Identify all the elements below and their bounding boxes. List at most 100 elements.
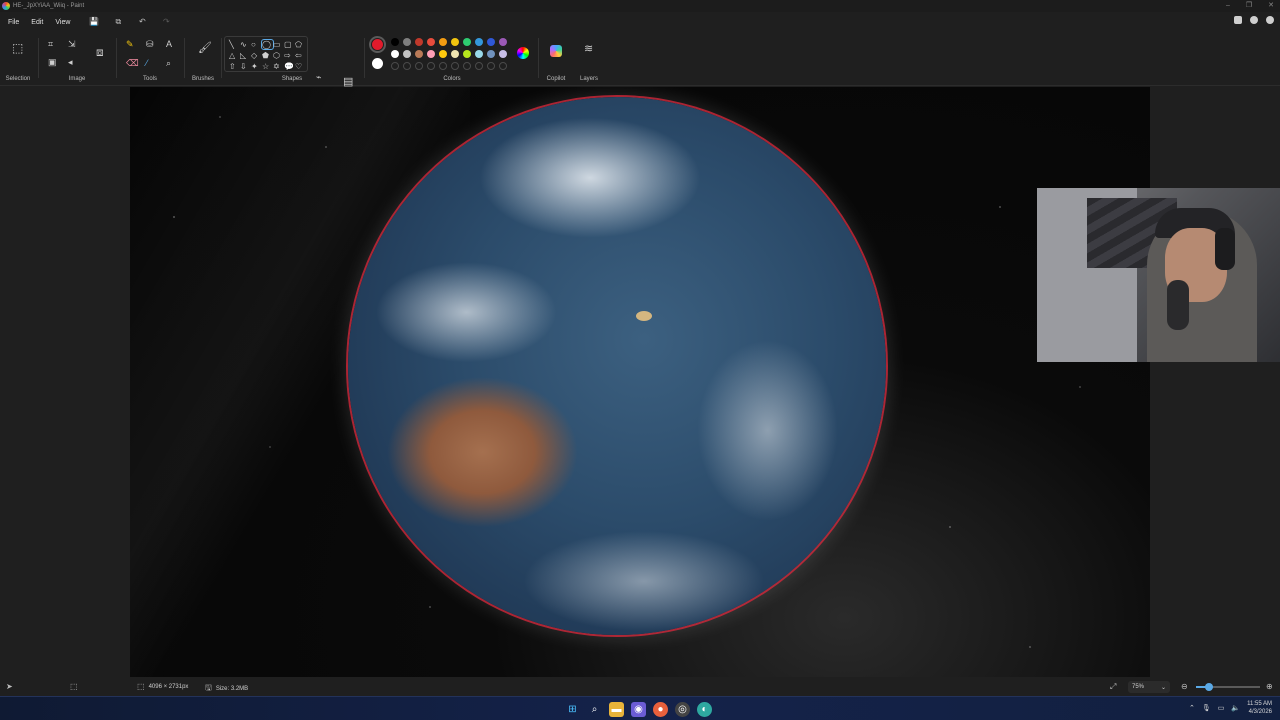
remove-background-icon[interactable]: ⧈ — [96, 46, 104, 58]
custom-color-slot[interactable] — [463, 62, 471, 70]
firefox-icon[interactable]: ● — [653, 702, 668, 717]
color-swatch[interactable] — [415, 50, 423, 58]
color-swatch[interactable] — [427, 38, 435, 46]
custom-color-slot[interactable] — [415, 62, 423, 70]
group-selection: ⬚ Selection — [0, 32, 36, 86]
magnifier-icon[interactable]: ⌕ — [166, 59, 171, 68]
custom-color-slot[interactable] — [439, 62, 447, 70]
custom-color-slot[interactable] — [487, 62, 495, 70]
custom-color-slot[interactable] — [475, 62, 483, 70]
group-shapes: Shapes — [222, 32, 362, 86]
zoom-out-icon[interactable]: ⊖ — [1181, 682, 1188, 691]
zoom-in-icon[interactable]: ⊕ — [1266, 682, 1273, 691]
custom-color-slot[interactable] — [451, 62, 459, 70]
earth-image — [348, 97, 886, 635]
clock-date: 4/3/2026 — [1248, 709, 1272, 715]
chevron-down-icon: ⌄ — [1160, 684, 1166, 691]
custom-color-slot[interactable] — [499, 62, 507, 70]
color-palette — [391, 38, 511, 70]
redo-icon[interactable]: ↷ — [160, 17, 172, 27]
account-icon[interactable] — [1250, 16, 1258, 24]
color-swatch[interactable] — [439, 38, 447, 46]
color-swatch[interactable] — [475, 38, 483, 46]
menu-file[interactable]: File — [2, 19, 25, 26]
custom-color-slot[interactable] — [427, 62, 435, 70]
color-swatch[interactable] — [391, 38, 399, 46]
zoom-slider[interactable] — [1196, 683, 1260, 691]
color-swatch[interactable] — [415, 38, 423, 46]
volume-icon[interactable]: 🔈 — [1231, 704, 1240, 712]
window-controls: – ❐ ✕ — [1226, 0, 1274, 12]
resize-icon[interactable]: ⇲ — [68, 40, 76, 49]
status-bar: ➤ ⬚ ⬚ 4096 × 2731px 🖫 Size: 3.2MB ⤢ 75% … — [0, 678, 1280, 696]
discord-icon[interactable]: ◉ — [631, 702, 646, 717]
undo-icon[interactable]: ↶ — [136, 17, 148, 27]
file-size: 🖫 Size: 3.2MB — [205, 682, 248, 696]
color-swatch[interactable] — [487, 50, 495, 58]
color-swatch[interactable] — [391, 50, 399, 58]
color-swatch[interactable] — [487, 38, 495, 46]
settings-icon[interactable] — [1266, 16, 1274, 24]
menu-view[interactable]: View — [49, 19, 76, 26]
pointer-icon: ➤ — [6, 682, 13, 691]
crop-icon[interactable]: ⌗ — [48, 40, 53, 49]
copilot-icon[interactable] — [550, 45, 562, 57]
color-swatch[interactable] — [427, 50, 435, 58]
save-icon[interactable]: 💾 — [88, 17, 100, 27]
color-swatch[interactable] — [463, 50, 471, 58]
fill-icon[interactable]: ⛁ — [146, 40, 154, 49]
restore-icon[interactable]: ❐ — [1246, 0, 1252, 12]
window-title: HE-_JpXYiAA_Wiiq - Paint — [13, 3, 85, 9]
close-icon[interactable]: ✕ — [1268, 0, 1274, 12]
color-picker-icon[interactable]: ⁄ — [146, 59, 148, 68]
secondary-color-swatch[interactable] — [372, 58, 383, 69]
group-label-layers: Layers — [579, 76, 598, 82]
text-icon[interactable]: A — [166, 40, 172, 49]
color-swatch[interactable] — [463, 38, 471, 46]
edit-colors-icon[interactable] — [517, 47, 529, 59]
brush-icon[interactable]: 🖌 — [198, 43, 212, 54]
dimensions-text: 4096 × 2731px — [148, 683, 189, 690]
color-swatch[interactable] — [403, 50, 411, 58]
color-swatch[interactable] — [451, 50, 459, 58]
search-icon[interactable]: ⌕ — [587, 702, 602, 717]
pencil-icon[interactable]: ✎ — [126, 40, 134, 49]
color-swatch[interactable] — [439, 50, 447, 58]
obs-icon[interactable]: ◎ — [675, 702, 690, 717]
color-swatch[interactable] — [475, 50, 483, 58]
primary-color-swatch[interactable] — [369, 36, 386, 53]
file-explorer-icon[interactable]: ▬ — [609, 702, 624, 717]
group-label-tools: Tools — [142, 76, 157, 82]
selection-size-icon: ⬚ — [70, 682, 78, 691]
clock[interactable]: 11:55 AM 4/3/2026 — [1247, 700, 1272, 716]
notification-icon[interactable] — [1234, 16, 1242, 24]
display-icon[interactable]: ▭ — [1218, 704, 1225, 712]
group-copilot: Copilot — [540, 32, 572, 86]
color-swatch[interactable] — [499, 38, 507, 46]
paint-taskbar-icon[interactable]: ◐ — [697, 702, 712, 717]
chevron-up-icon[interactable]: ⌃ — [1189, 704, 1195, 712]
rotate-icon[interactable]: ◂ — [68, 58, 73, 67]
paint-app: HE-_JpXYiAA_Wiiq - Paint – ❐ ✕ File Edit… — [0, 0, 1280, 720]
color-swatch[interactable] — [403, 38, 411, 46]
layers-icon[interactable]: ≋ — [584, 44, 593, 55]
share-icon[interactable]: ⧉ — [112, 17, 124, 27]
custom-color-slot[interactable] — [403, 62, 411, 70]
canvas-dimensions: ⬚ 4096 × 2731px — [137, 682, 188, 691]
file-size-text: Size: 3.2MB — [215, 686, 249, 692]
zoom-dropdown[interactable]: 75% ⌄ — [1128, 681, 1170, 693]
minimize-icon[interactable]: – — [1226, 0, 1230, 12]
color-swatch[interactable] — [499, 50, 507, 58]
color-swatch[interactable] — [451, 38, 459, 46]
fit-to-window-icon[interactable]: ⤢ — [1110, 682, 1116, 692]
custom-color-slot[interactable] — [391, 62, 399, 70]
webcam-overlay — [1037, 188, 1280, 362]
eraser-icon[interactable]: ⌫ — [126, 59, 139, 68]
group-brushes: 🖌 Brushes — [186, 32, 220, 86]
selection-icon[interactable]: ⬚ — [12, 42, 23, 54]
menu-edit[interactable]: Edit — [25, 19, 49, 26]
drawing-canvas[interactable] — [130, 87, 1150, 677]
microphone-tray-icon[interactable]: 🎙 — [1202, 704, 1211, 712]
image-select-icon[interactable]: ▣ — [48, 58, 57, 67]
start-icon[interactable]: ⊞ — [565, 702, 580, 717]
